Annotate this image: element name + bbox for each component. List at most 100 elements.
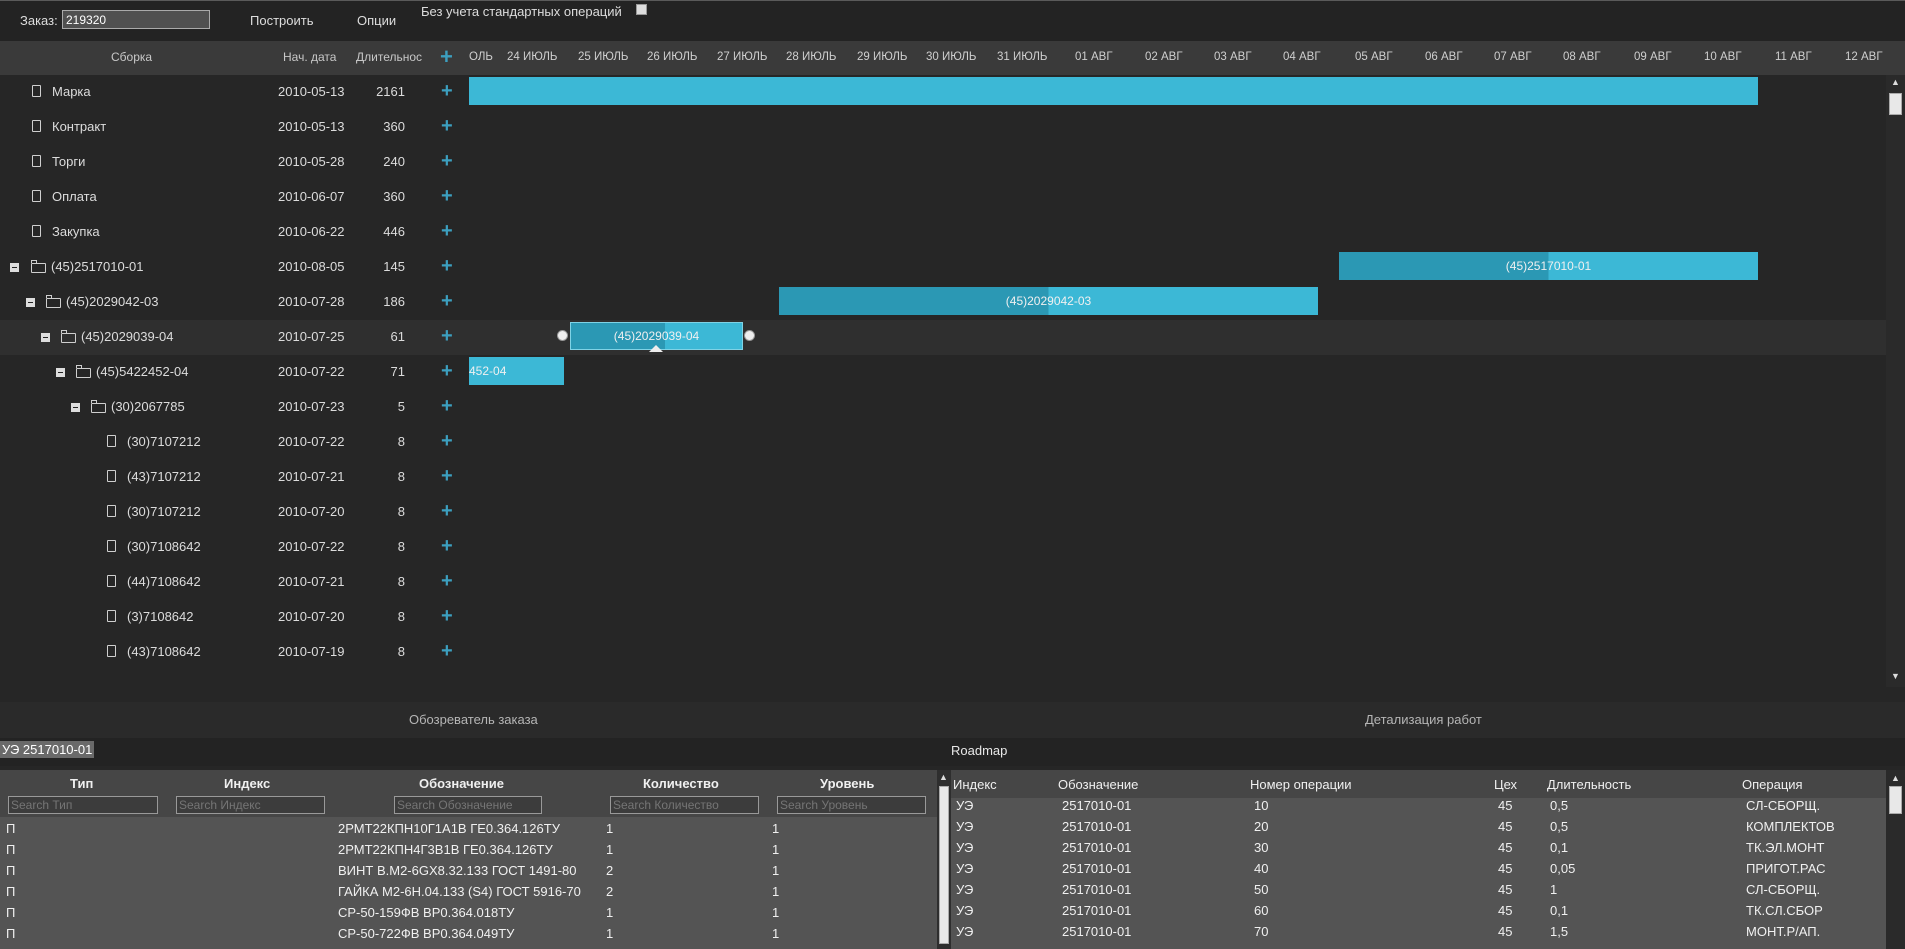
- row-type[interactable]: П: [6, 884, 15, 899]
- row-op-number[interactable]: 20: [1254, 819, 1268, 834]
- row-designation[interactable]: СР-50-159ФВ ВР0.364.018ТУ: [338, 905, 514, 920]
- add-subtask-icon[interactable]: +: [441, 536, 453, 556]
- right-link-handle[interactable]: [744, 330, 755, 341]
- row-level[interactable]: 1: [772, 821, 779, 836]
- row-op-designation[interactable]: 2517010-01: [1062, 840, 1131, 855]
- row-quantity[interactable]: 1: [606, 842, 613, 857]
- row-op-duration[interactable]: 1: [1550, 882, 1557, 897]
- row-op-operation[interactable]: МОНТ.Р/АП.: [1746, 924, 1820, 939]
- col-op-duration[interactable]: Длительность: [1547, 777, 1631, 792]
- search-quantity-input[interactable]: [610, 796, 759, 814]
- row-op-duration[interactable]: 0,5: [1550, 819, 1568, 834]
- add-subtask-icon[interactable]: +: [441, 256, 453, 276]
- row-designation[interactable]: ВИНТ В.М2-6GX8.32.133 ГОСТ 1491-80: [338, 863, 577, 878]
- row-op-operation[interactable]: ТК.СЛ.СБОР: [1746, 903, 1823, 918]
- row-op-operation[interactable]: КОМПЛЕКТОВ: [1746, 819, 1835, 834]
- col-op-number[interactable]: Номер операции: [1250, 777, 1352, 792]
- row-type[interactable]: П: [6, 842, 15, 857]
- std-ops-checkbox[interactable]: [636, 4, 647, 15]
- row-op-duration[interactable]: 0,5: [1550, 798, 1568, 813]
- col-index[interactable]: Индекс: [224, 776, 270, 791]
- tree-node-label[interactable]: Оплата: [52, 189, 97, 204]
- row-quantity[interactable]: 2: [606, 863, 613, 878]
- row-op-duration[interactable]: 0,1: [1550, 840, 1568, 855]
- gantt-bar-marka[interactable]: [469, 77, 1758, 105]
- col-quantity[interactable]: Количество: [643, 776, 719, 791]
- column-header-assembly[interactable]: Сборка: [111, 50, 152, 64]
- row-op-duration[interactable]: 0,1: [1550, 903, 1568, 918]
- col-op-index[interactable]: Индекс: [953, 777, 997, 792]
- row-op-designation[interactable]: 2517010-01: [1062, 861, 1131, 876]
- tab-order-explorer[interactable]: Обозреватель заказа: [409, 712, 538, 727]
- add-subtask-icon[interactable]: +: [441, 571, 453, 591]
- row-op-number[interactable]: 40: [1254, 861, 1268, 876]
- row-op-designation[interactable]: 2517010-01: [1062, 798, 1131, 813]
- add-subtask-icon[interactable]: +: [441, 361, 453, 381]
- row-type[interactable]: П: [6, 926, 15, 941]
- tree-node-label[interactable]: (30)2067785: [111, 399, 185, 414]
- col-designation[interactable]: Обозначение: [419, 776, 504, 791]
- row-level[interactable]: 1: [772, 863, 779, 878]
- row-designation[interactable]: ГАЙКА М2-6Н.04.133 (S4) ГОСТ 5916-70: [338, 884, 581, 899]
- tab-work-details[interactable]: Детализация работ: [1365, 712, 1482, 727]
- progress-drag-handle[interactable]: [649, 345, 663, 352]
- row-op-operation[interactable]: ТК.ЭЛ.МОНТ: [1746, 840, 1824, 855]
- row-op-index[interactable]: УЭ: [956, 882, 973, 897]
- tree-node-label[interactable]: (3)7108642: [127, 609, 194, 624]
- add-subtask-icon[interactable]: +: [441, 151, 453, 171]
- tree-node-label[interactable]: (45)2029039-04: [81, 329, 174, 344]
- build-button[interactable]: Построить: [250, 13, 313, 28]
- row-level[interactable]: 1: [772, 905, 779, 920]
- search-index-input[interactable]: [176, 796, 325, 814]
- col-op-shop[interactable]: Цех: [1494, 777, 1517, 792]
- tree-node-label[interactable]: Марка: [52, 84, 91, 99]
- search-designation-input[interactable]: [394, 796, 542, 814]
- collapse-icon[interactable]: [26, 298, 35, 307]
- gantt-vertical-scrollbar[interactable]: ▲ ▼: [1886, 75, 1905, 687]
- gantt-bar-5422452[interactable]: 452-04: [469, 357, 564, 385]
- row-designation[interactable]: 2РМТ22КПН4Г3В1В ГЕ0.364.126ТУ: [338, 842, 553, 857]
- row-quantity[interactable]: 1: [606, 926, 613, 941]
- scroll-up-icon[interactable]: ▲: [1891, 77, 1900, 87]
- row-op-number[interactable]: 10: [1254, 798, 1268, 813]
- row-quantity[interactable]: 2: [606, 884, 613, 899]
- row-quantity[interactable]: 1: [606, 905, 613, 920]
- column-header-duration[interactable]: Длительнос: [356, 50, 422, 64]
- add-subtask-icon[interactable]: +: [441, 466, 453, 486]
- gantt-bar-2029042[interactable]: (45)2029042-03: [779, 287, 1318, 315]
- tree-node-label[interactable]: Закупка: [52, 224, 100, 239]
- col-op-designation[interactable]: Обозначение: [1058, 777, 1138, 792]
- tree-node-label[interactable]: (43)7108642: [127, 644, 201, 659]
- row-op-designation[interactable]: 2517010-01: [1062, 903, 1131, 918]
- row-level[interactable]: 1: [772, 926, 779, 941]
- col-level[interactable]: Уровень: [820, 776, 874, 791]
- tree-node-label[interactable]: (30)7107212: [127, 434, 201, 449]
- row-op-number[interactable]: 30: [1254, 840, 1268, 855]
- search-level-input[interactable]: [777, 796, 926, 814]
- add-subtask-icon[interactable]: +: [441, 221, 453, 241]
- add-subtask-icon[interactable]: +: [441, 431, 453, 451]
- row-op-index[interactable]: УЭ: [956, 798, 973, 813]
- row-op-designation[interactable]: 2517010-01: [1062, 819, 1131, 834]
- options-button[interactable]: Опции: [357, 13, 396, 28]
- row-designation[interactable]: 2РМТ22КПН10Г1А1В ГЕ0.364.126ТУ: [338, 821, 560, 836]
- add-subtask-icon[interactable]: +: [441, 81, 453, 101]
- add-subtask-icon[interactable]: +: [441, 291, 453, 311]
- tree-node-label[interactable]: (45)2517010-01: [51, 259, 144, 274]
- row-op-shop[interactable]: 45: [1498, 819, 1512, 834]
- scroll-thumb[interactable]: [1889, 93, 1902, 115]
- collapse-icon[interactable]: [10, 263, 19, 272]
- add-subtask-icon[interactable]: +: [441, 501, 453, 521]
- row-type[interactable]: П: [6, 905, 15, 920]
- row-op-shop[interactable]: 45: [1498, 882, 1512, 897]
- scroll-up-icon[interactable]: ▲: [939, 772, 948, 782]
- column-header-start-date[interactable]: Нач. дата: [283, 50, 336, 64]
- tree-node-label[interactable]: (30)7108642: [127, 539, 201, 554]
- add-task-icon[interactable]: +: [440, 45, 453, 69]
- left-link-handle[interactable]: [557, 330, 568, 341]
- add-subtask-icon[interactable]: +: [441, 606, 453, 626]
- row-op-index[interactable]: УЭ: [956, 924, 973, 939]
- tree-node-label[interactable]: (44)7108642: [127, 574, 201, 589]
- scroll-down-icon[interactable]: ▼: [1891, 671, 1900, 681]
- row-op-index[interactable]: УЭ: [956, 819, 973, 834]
